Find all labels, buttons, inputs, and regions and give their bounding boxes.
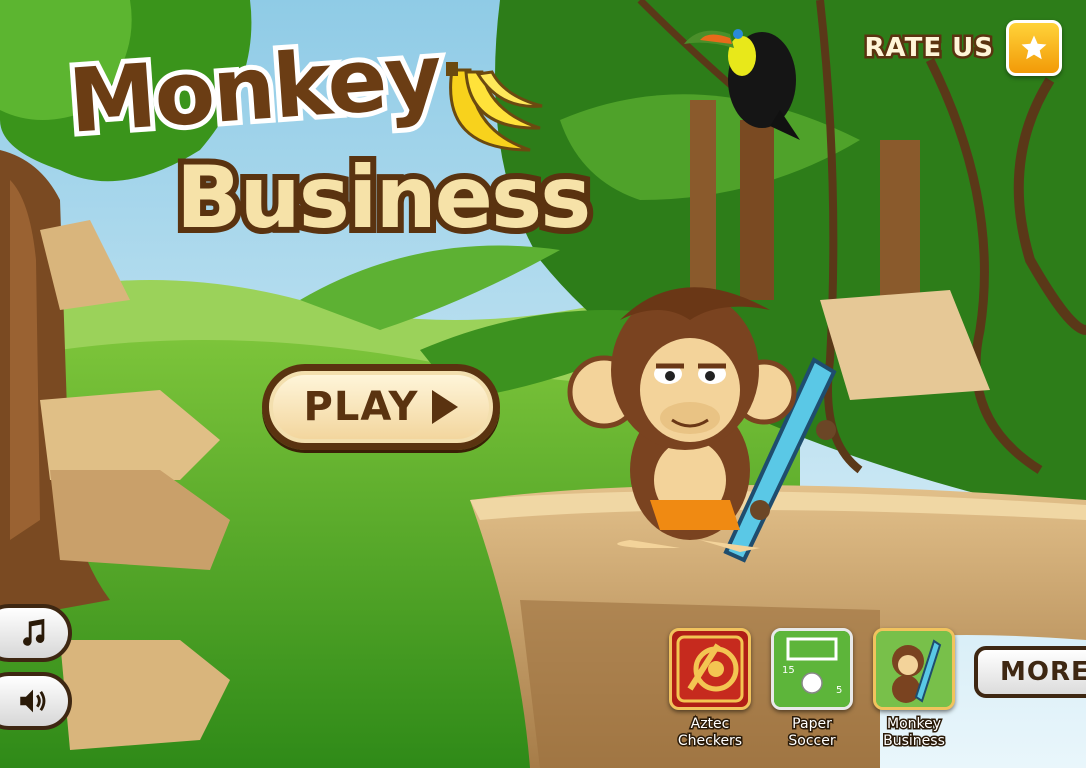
promo-aztec-checkers[interactable]: Aztec Checkers xyxy=(666,628,754,751)
rate-us-control[interactable]: RATE US xyxy=(862,20,1062,76)
promo-monkey-business-label: Monkey Business xyxy=(882,715,947,751)
rate-us-label: RATE US xyxy=(862,31,996,66)
logo-title-line1: Monkey xyxy=(60,19,448,158)
game-logo: Monkey Business xyxy=(60,19,606,258)
sound-toggle-button[interactable] xyxy=(0,672,72,730)
svg-text:15: 15 xyxy=(782,665,795,676)
promo-paper-soccer-label: Paper Soccer xyxy=(787,715,837,751)
music-note-icon xyxy=(23,618,45,646)
star-icon xyxy=(1021,35,1047,60)
monkey-business-icon xyxy=(873,628,955,710)
play-button-label: PLAY xyxy=(303,384,419,430)
aztec-checkers-icon xyxy=(669,628,751,710)
promo-aztec-checkers-label: Aztec Checkers xyxy=(676,715,743,751)
play-arrow-icon xyxy=(432,390,459,424)
svg-text:5: 5 xyxy=(836,685,842,696)
promo-paper-soccer[interactable]: 15 5 Paper Soccer xyxy=(768,628,856,751)
more-games-button[interactable]: MORE xyxy=(974,646,1086,698)
rate-us-button[interactable] xyxy=(1006,20,1062,76)
music-toggle-button[interactable] xyxy=(0,604,72,662)
more-button-label: MORE xyxy=(1000,657,1086,687)
speaker-icon xyxy=(20,689,46,713)
promo-monkey-business[interactable]: Monkey Business xyxy=(870,628,958,751)
play-button[interactable]: PLAY xyxy=(262,364,500,450)
logo-title-line2: Business xyxy=(170,147,597,249)
paper-soccer-icon: 15 5 xyxy=(771,628,853,710)
